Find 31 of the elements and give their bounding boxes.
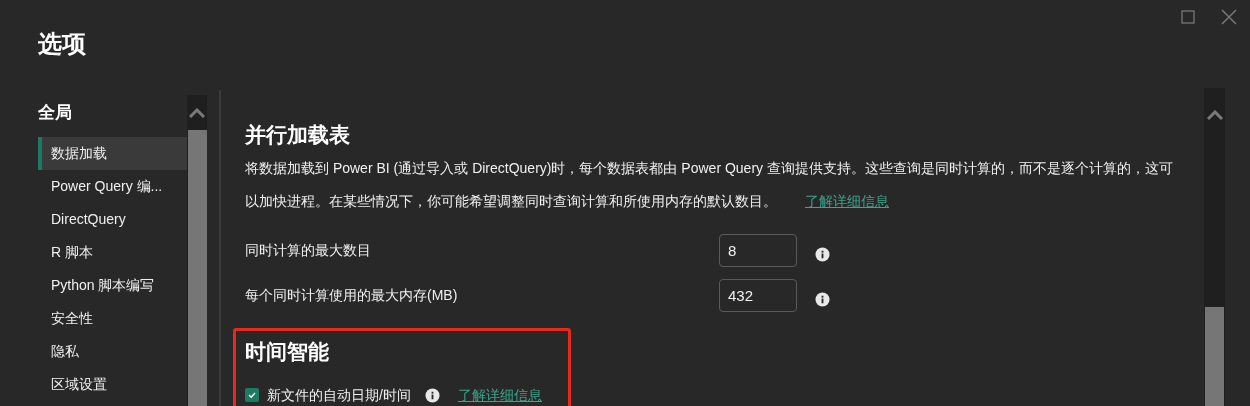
info-icon[interactable]	[815, 247, 830, 262]
checkbox-label: 新文件的自动日期/时间	[267, 385, 411, 405]
checkbox[interactable]	[245, 388, 259, 402]
sidebar-item[interactable]: 区域设置	[38, 368, 187, 401]
sidebar-item[interactable]: Power Query 编...	[38, 170, 187, 203]
sidebar-item[interactable]: 安全性	[38, 302, 187, 335]
section-title: 时间智能	[245, 339, 330, 365]
number-field[interactable]: 8	[719, 234, 797, 267]
learn-more-link[interactable]: 了解详细信息	[457, 384, 542, 406]
scrollbar[interactable]	[1204, 88, 1225, 406]
sidebar-item[interactable]: DirectQuery	[38, 203, 187, 236]
sidebar-item[interactable]: R 脚本	[38, 236, 187, 269]
learn-more-link[interactable]: 了解详细信息	[805, 193, 889, 209]
setting-label: 同时计算的最大数目	[245, 241, 372, 260]
window-title: 选项	[38, 29, 86, 59]
check-icon	[247, 390, 257, 400]
close-icon[interactable]	[1221, 9, 1237, 25]
info-icon[interactable]	[424, 387, 440, 403]
scrollbar-thumb[interactable]	[1205, 307, 1224, 406]
setting-label: 每个同时计算使用的最大内存(MB)	[245, 286, 459, 305]
section-title: 并行加载表	[245, 122, 351, 148]
sidebar-item[interactable]: 隐私	[38, 335, 187, 368]
info-icon[interactable]	[815, 292, 830, 307]
maximize-icon[interactable]	[1181, 10, 1195, 24]
sidebar-heading: 全局	[38, 102, 73, 124]
scroll-up-icon[interactable]	[1206, 110, 1223, 120]
sidebar-item[interactable]: 数据加载	[38, 137, 187, 170]
section-description: 将数据加载到 Power BI (通过导入或 DirectQuery)时，每个数据表都由 Power Query 查询提供支持。这些查询是同时计算的，而不是逐个计算的，这可以加快进程。在某些情况下，你可能希望调整同时查询计算和所使用内存的默认数目。 了解详细信息	[245, 159, 1174, 211]
number-field[interactable]: 432	[719, 279, 797, 312]
scroll-up-icon[interactable]	[189, 107, 205, 118]
sidebar-item[interactable]: Python 脚本编写	[38, 269, 187, 302]
